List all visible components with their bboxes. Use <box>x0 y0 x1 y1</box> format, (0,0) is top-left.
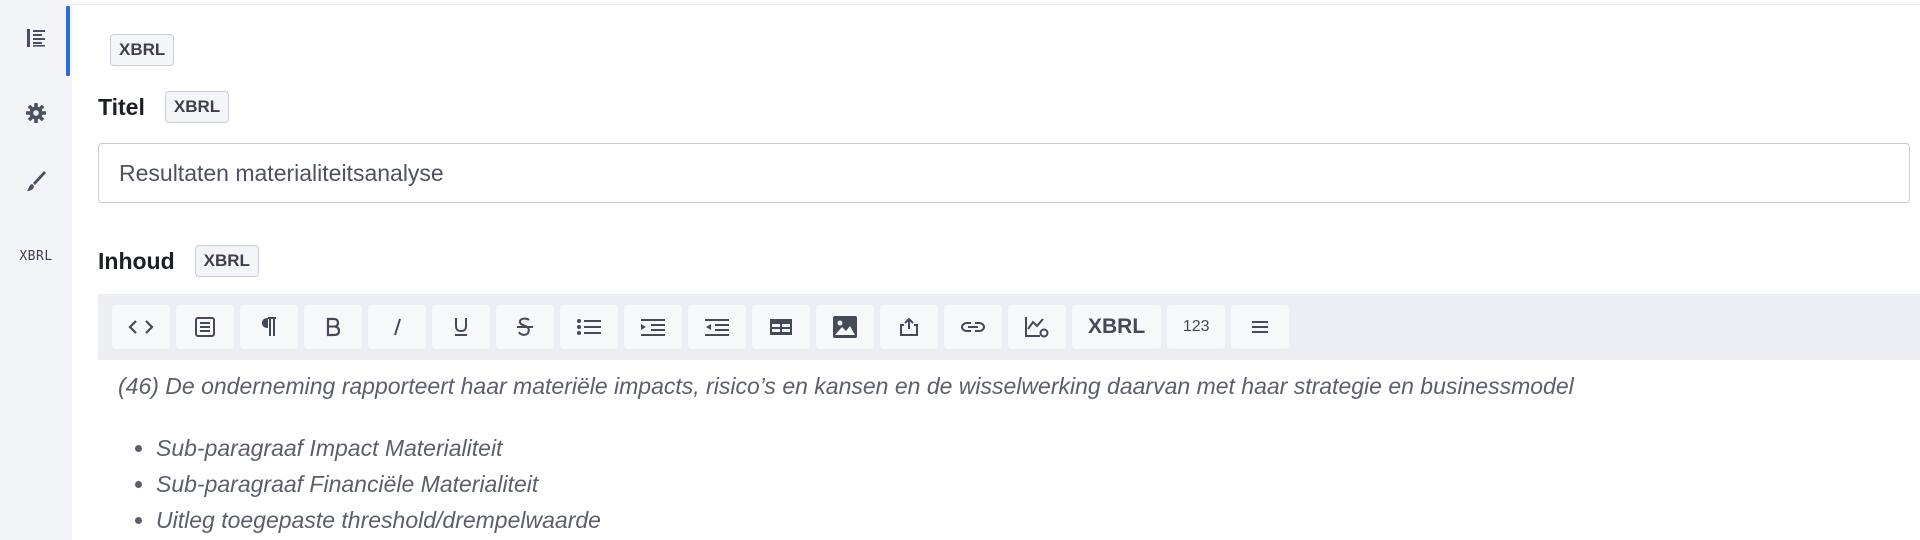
source-code-icon <box>128 318 154 336</box>
xbrl-badge-title[interactable]: XBRL <box>164 91 230 123</box>
main-panel: XBRL Titel XBRL Inhoud XBRL <box>72 0 1920 540</box>
upload-icon <box>898 316 920 338</box>
title-label: Titel <box>98 93 145 120</box>
list-item: Sub-paragraaf Financiële Materialiteit <box>156 466 601 502</box>
bullet-list-button[interactable] <box>560 305 618 349</box>
indent-icon <box>640 317 666 337</box>
table-icon <box>769 317 793 337</box>
sidebar-item-xbrl[interactable]: XBRL <box>0 224 72 288</box>
outdent-icon <box>704 317 730 337</box>
link-icon <box>960 318 986 336</box>
bullet-list-icon <box>576 317 602 337</box>
title-input[interactable] <box>98 143 1910 203</box>
content-label: Inhoud <box>98 247 175 274</box>
strikethrough-button[interactable] <box>496 305 554 349</box>
bold-icon <box>325 317 341 337</box>
editor-toolbar: XBRL 123 <box>98 294 1920 360</box>
italic-button[interactable] <box>368 305 426 349</box>
outdent-button[interactable] <box>688 305 746 349</box>
sidebar-item-content[interactable] <box>0 8 72 72</box>
underline-button[interactable] <box>432 305 490 349</box>
link-button[interactable] <box>944 305 1002 349</box>
strikethrough-icon <box>515 316 535 338</box>
table-button[interactable] <box>752 305 810 349</box>
rich-text-editor[interactable]: (46) De onderneming rapporteert haar mat… <box>98 360 1920 540</box>
brush-icon <box>24 169 48 200</box>
sidebar-item-settings[interactable] <box>0 83 72 147</box>
image-icon <box>832 315 858 339</box>
list-icon <box>25 27 47 54</box>
title-label-row: Titel XBRL <box>98 91 230 123</box>
sidebar: XBRL <box>0 0 72 540</box>
app-window: XBRL XBRL Titel XBRL Inhoud XBRL <box>0 0 1920 540</box>
xbrl-badge-content[interactable]: XBRL <box>194 245 259 277</box>
format-block-button[interactable] <box>176 305 234 349</box>
number-format-button[interactable]: 123 <box>1167 305 1226 349</box>
xbrl-toolbar-button[interactable]: XBRL <box>1072 305 1162 349</box>
xbrl-badge-section[interactable]: XBRL <box>110 34 175 66</box>
gear-icon <box>24 101 48 130</box>
sidebar-xbrl-label: XBRL <box>19 248 53 264</box>
editor-bullet-list: Sub-paragraaf Impact Materialiteit Sub-p… <box>118 430 601 538</box>
image-button[interactable] <box>816 305 874 349</box>
list-item: Sub-paragraaf Impact Materialiteit <box>156 430 601 466</box>
italic-icon <box>390 317 404 337</box>
editor-paragraph: (46) De onderneming rapporteert haar mat… <box>118 373 1574 399</box>
paragraph-icon <box>260 316 278 338</box>
sidebar-item-style[interactable] <box>0 152 72 216</box>
format-block-icon <box>194 316 216 338</box>
chart-icon <box>1024 315 1050 339</box>
content-label-row: Inhoud XBRL <box>98 245 259 277</box>
upload-button[interactable] <box>880 305 938 349</box>
paragraph-button[interactable] <box>240 305 298 349</box>
more-menu-button[interactable] <box>1231 305 1290 349</box>
underline-icon <box>453 316 469 338</box>
sidebar-active-indicator <box>66 6 70 76</box>
source-code-button[interactable] <box>112 305 170 349</box>
menu-icon <box>1251 319 1269 335</box>
indent-button[interactable] <box>624 305 682 349</box>
bold-button[interactable] <box>304 305 362 349</box>
chart-button[interactable] <box>1008 305 1066 349</box>
list-item: Uitleg toegepaste threshold/drempelwaard… <box>156 502 601 538</box>
